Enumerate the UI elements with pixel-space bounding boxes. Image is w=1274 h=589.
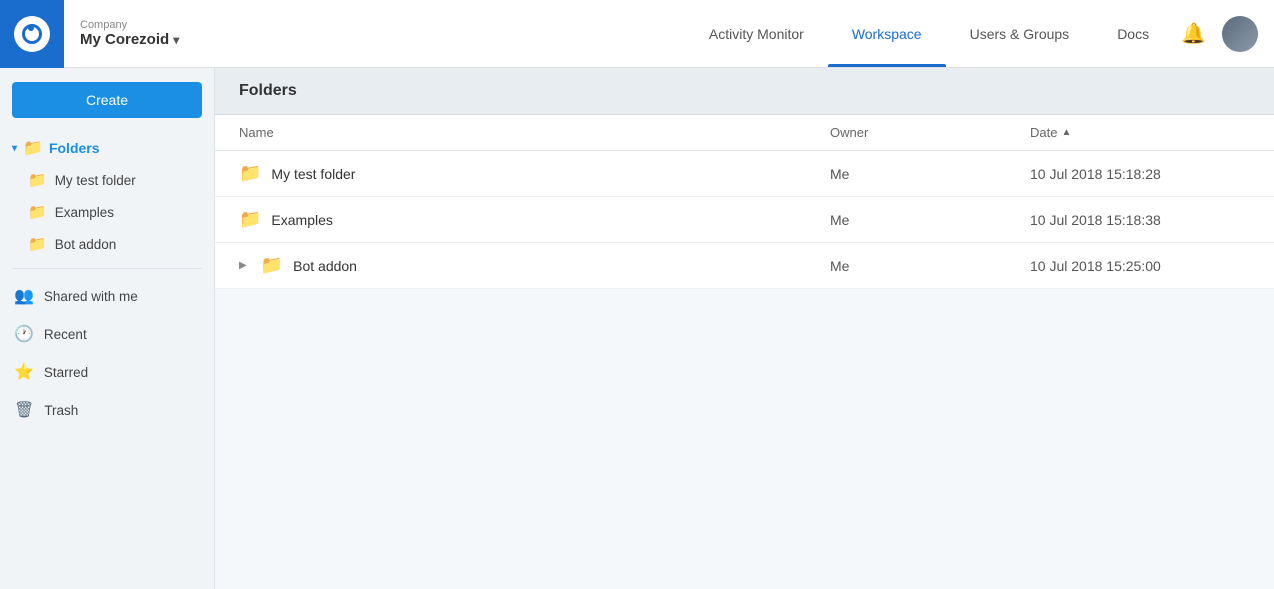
logo-icon	[22, 24, 42, 44]
row-owner-cell: Me	[830, 212, 1030, 228]
expand-icon[interactable]: ▶	[239, 260, 247, 271]
star-icon: ⭐	[14, 362, 34, 382]
sidebar: Create ▾ 📁 Folders 📁 My test folder 📁 Ex…	[0, 68, 215, 589]
col-header-name: Name	[239, 125, 830, 140]
folder-icon: 📁	[28, 235, 47, 253]
sort-asc-icon: ▲	[1061, 127, 1071, 138]
folder-icon: 📁	[28, 203, 47, 221]
folder-name: Bot addon	[55, 237, 117, 252]
table-row[interactable]: ▶ 📁 Bot addon Me 10 Jul 2018 15:25:00	[215, 243, 1274, 289]
avatar-image	[1222, 16, 1258, 52]
folder-name: My test folder	[55, 173, 136, 188]
chevron-down-icon: ▾	[12, 143, 17, 154]
company-name[interactable]: My Corezoid ▾	[80, 31, 179, 48]
row-owner-cell: Me	[830, 258, 1030, 274]
sidebar-item-trash[interactable]: 🗑 Trash	[0, 391, 214, 429]
row-name-text: Bot addon	[293, 258, 357, 274]
sub-folders-list: 📁 My test folder 📁 Examples 📁 Bot addon	[0, 164, 214, 260]
col-header-date[interactable]: Date ▲	[1030, 125, 1250, 140]
folders-label: Folders	[49, 140, 100, 156]
table-row[interactable]: 📁 Examples Me 10 Jul 2018 15:18:38	[215, 197, 1274, 243]
recent-icon: 🕐	[14, 324, 34, 344]
folder-icon: 📁	[239, 209, 261, 230]
sidebar-divider	[12, 268, 202, 269]
sidebar-item-shared-with-me[interactable]: 👥 Shared with me	[0, 277, 214, 315]
row-date-cell: 10 Jul 2018 15:25:00	[1030, 258, 1250, 274]
row-date-cell: 10 Jul 2018 15:18:28	[1030, 166, 1250, 182]
sidebar-label: Starred	[44, 365, 88, 380]
row-name-text: My test folder	[271, 166, 355, 182]
folder-icon: 📁	[28, 171, 47, 189]
shared-icon: 👥	[14, 286, 34, 306]
header-right: 🔔	[1181, 16, 1258, 52]
company-info: Company My Corezoid ▾	[80, 19, 179, 48]
main-layout: Create ▾ 📁 Folders 📁 My test folder 📁 Ex…	[0, 68, 1274, 589]
create-button[interactable]: Create	[12, 82, 202, 118]
folder-icon: 📁	[261, 255, 283, 276]
nav-item-workspace[interactable]: Workspace	[828, 0, 946, 67]
row-owner-cell: Me	[830, 166, 1030, 182]
trash-icon: 🗑	[14, 400, 34, 420]
nav-item-docs[interactable]: Docs	[1093, 0, 1173, 67]
folders-section: ▾ 📁 Folders 📁 My test folder 📁 Examples …	[0, 132, 214, 260]
folder-icon: 📁	[239, 163, 261, 184]
chevron-down-icon: ▾	[173, 33, 179, 47]
content-area: Folders Name Owner Date ▲ 📁 My test fold…	[215, 68, 1274, 589]
avatar[interactable]	[1222, 16, 1258, 52]
sidebar-label: Trash	[44, 403, 78, 418]
row-name-cell: ▶ 📁 Bot addon	[239, 255, 830, 276]
logo-circle	[14, 16, 50, 52]
sidebar-label: Recent	[44, 327, 87, 342]
col-header-owner: Owner	[830, 125, 1030, 140]
notifications-button[interactable]: 🔔	[1181, 21, 1206, 46]
folder-name: Examples	[55, 205, 114, 220]
main-nav: Activity Monitor Workspace Users & Group…	[685, 0, 1173, 67]
sidebar-item-bot-addon[interactable]: 📁 Bot addon	[16, 228, 214, 260]
table-header-row: Name Owner Date ▲	[215, 115, 1274, 151]
company-label: Company	[80, 19, 179, 31]
row-date-cell: 10 Jul 2018 15:18:38	[1030, 212, 1250, 228]
sidebar-item-examples[interactable]: 📁 Examples	[16, 196, 214, 228]
nav-item-users-groups[interactable]: Users & Groups	[946, 0, 1094, 67]
content-section-title: Folders	[215, 68, 1274, 115]
sidebar-item-starred[interactable]: ⭐ Starred	[0, 353, 214, 391]
sidebar-item-recent[interactable]: 🕐 Recent	[0, 315, 214, 353]
sidebar-label: Shared with me	[44, 289, 138, 304]
folders-header[interactable]: ▾ 📁 Folders	[0, 132, 214, 164]
row-name-cell: 📁 Examples	[239, 209, 830, 230]
row-name-cell: 📁 My test folder	[239, 163, 830, 184]
folders-table: Name Owner Date ▲ 📁 My test folder Me 10…	[215, 115, 1274, 289]
folder-icon: 📁	[23, 138, 43, 158]
nav-item-activity-monitor[interactable]: Activity Monitor	[685, 0, 828, 67]
sidebar-item-my-test-folder[interactable]: 📁 My test folder	[16, 164, 214, 196]
row-name-text: Examples	[271, 212, 332, 228]
table-row[interactable]: 📁 My test folder Me 10 Jul 2018 15:18:28	[215, 151, 1274, 197]
logo[interactable]	[0, 0, 64, 68]
header: Company My Corezoid ▾ Activity Monitor W…	[0, 0, 1274, 68]
